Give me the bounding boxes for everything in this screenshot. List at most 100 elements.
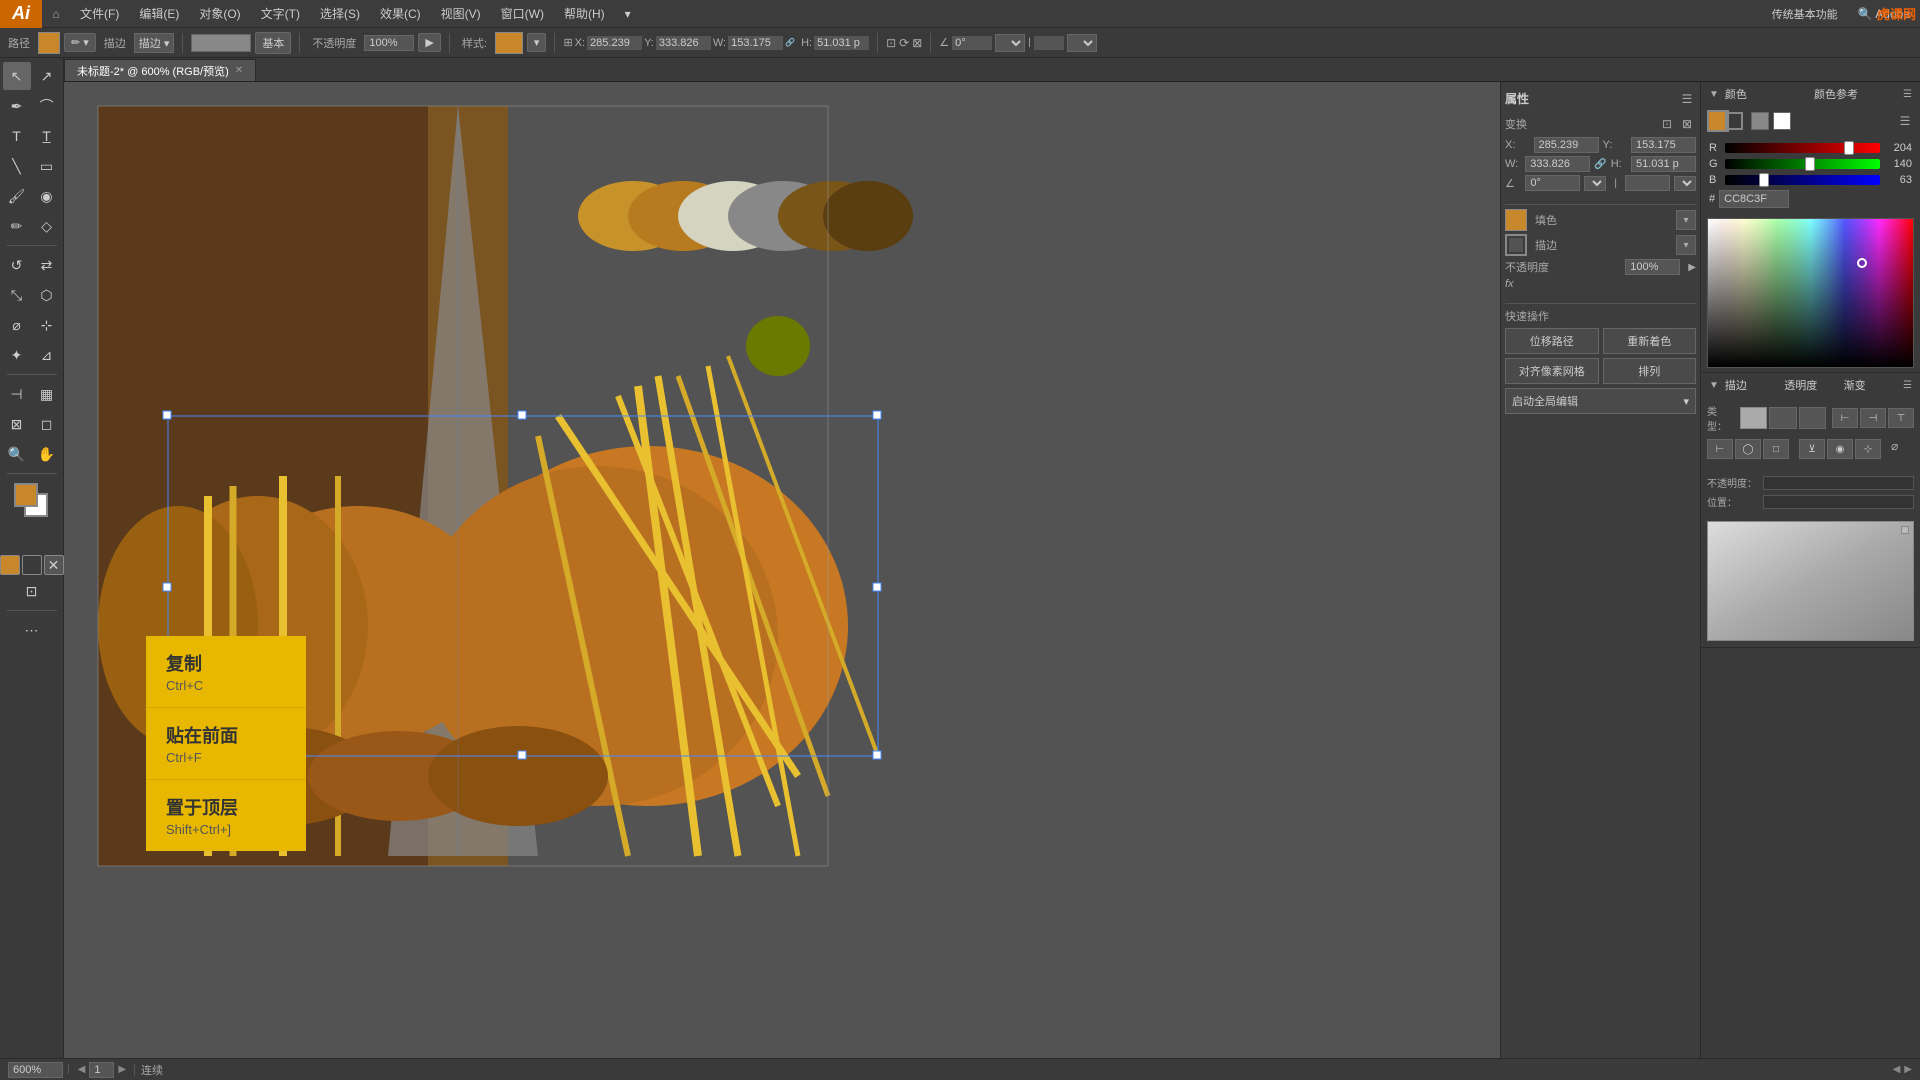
- hand-tool[interactable]: ✋: [33, 440, 61, 468]
- angle-val-input[interactable]: [1525, 175, 1580, 191]
- stroke-expand[interactable]: ▾: [1676, 235, 1696, 255]
- text-tool[interactable]: T: [3, 122, 31, 150]
- btn-recolor[interactable]: 重新着色: [1603, 328, 1697, 354]
- rotate-tool[interactable]: ↺: [3, 251, 31, 279]
- props-icon1[interactable]: ☰: [1678, 90, 1696, 108]
- stroke-icon[interactable]: ⌀: [1891, 439, 1898, 459]
- btn-offset-path[interactable]: 位移路径: [1505, 328, 1599, 354]
- line-tool[interactable]: ╲: [3, 152, 31, 180]
- menu-edit[interactable]: 编辑(E): [129, 0, 189, 27]
- color-mode2[interactable]: [1773, 112, 1791, 130]
- align-right[interactable]: ⊤: [1888, 408, 1914, 428]
- context-menu-bring-to-top[interactable]: 置于顶层 Shift+Ctrl+]: [146, 780, 306, 851]
- opacity-expand[interactable]: ▶: [418, 33, 440, 52]
- menu-view[interactable]: 视图(V): [431, 0, 491, 27]
- context-menu-copy[interactable]: 复制 Ctrl+C: [146, 636, 306, 707]
- warp-tool[interactable]: ⌀: [3, 311, 31, 339]
- fill-color-swatch[interactable]: [1505, 209, 1527, 231]
- menu-text[interactable]: 文字(T): [251, 0, 310, 27]
- curvature-tool[interactable]: ⌒: [33, 92, 61, 120]
- home-btn[interactable]: ⌂: [42, 0, 70, 28]
- zoom-input[interactable]: [8, 1062, 63, 1078]
- b-slider[interactable]: [1725, 175, 1880, 185]
- artboard-tool[interactable]: ⊡: [18, 577, 46, 605]
- transform-y-input[interactable]: 153.175: [1631, 137, 1696, 153]
- gradient-mode[interactable]: [22, 555, 42, 575]
- cap-round[interactable]: ◯: [1735, 439, 1761, 459]
- menu-object[interactable]: 对象(O): [189, 0, 250, 27]
- scroll-right[interactable]: ▶: [1904, 1064, 1912, 1075]
- stroke-color-swatch[interactable]: [38, 32, 60, 54]
- opacity-expand2[interactable]: ▶: [1688, 262, 1696, 273]
- join-bevel[interactable]: ⊹: [1855, 439, 1881, 459]
- width-tool[interactable]: ⊣: [3, 380, 31, 408]
- x-coord-input[interactable]: 285.239: [587, 36, 642, 50]
- btn-global-edit[interactable]: 启动全局编辑 ▾: [1505, 388, 1696, 414]
- direct-select-tool[interactable]: ↗: [33, 62, 61, 90]
- fill-expand[interactable]: ▾: [1676, 210, 1696, 230]
- hex-input[interactable]: CC8C3F: [1719, 190, 1789, 208]
- menu-select[interactable]: 选择(S): [310, 0, 370, 27]
- mode-dropdown[interactable]: 描边 ▾: [134, 33, 175, 53]
- menu-expand[interactable]: ▾: [615, 0, 641, 27]
- btn-arrange[interactable]: 排列: [1603, 358, 1697, 384]
- puppet-warp[interactable]: ✦: [3, 341, 31, 369]
- cap-square[interactable]: □: [1763, 439, 1789, 459]
- btn-align-pixel[interactable]: 对齐像素网格: [1505, 358, 1599, 384]
- eraser-tool[interactable]: ◻: [33, 410, 61, 438]
- shear-tool[interactable]: ⬡: [33, 281, 61, 309]
- stroke-tab[interactable]: ▼ 描边 透明度 渐变 ☰: [1701, 373, 1920, 397]
- menu-effect[interactable]: 效果(C): [370, 0, 431, 27]
- shear-unit-select[interactable]: [1674, 176, 1696, 191]
- context-menu-paste-front[interactable]: 贴在前面 Ctrl+F: [146, 708, 306, 779]
- foreground-color[interactable]: [14, 483, 38, 507]
- link-wh[interactable]: 🔗: [1594, 159, 1606, 170]
- stroke-color-swatch2[interactable]: [1505, 234, 1527, 256]
- pen-tool[interactable]: ✒: [3, 92, 31, 120]
- color-mode[interactable]: [0, 555, 20, 575]
- basic-btn[interactable]: 基本: [255, 32, 291, 54]
- pencil-tool[interactable]: ✏: [3, 212, 31, 240]
- transform-icon1[interactable]: ⊡: [1658, 115, 1676, 133]
- shaper-tool[interactable]: ◇: [33, 212, 61, 240]
- line-style-box[interactable]: [191, 34, 251, 52]
- color-mode1[interactable]: [1751, 112, 1769, 130]
- blend-multiply[interactable]: [1769, 407, 1796, 429]
- transform-x-input[interactable]: 285.239: [1534, 137, 1599, 153]
- style-expand[interactable]: ▾: [527, 33, 547, 52]
- perspective-tool[interactable]: ⊿: [33, 341, 61, 369]
- menu-help[interactable]: 帮助(H): [554, 0, 615, 27]
- tab-close-btn[interactable]: ✕: [235, 65, 243, 76]
- h-coord-input[interactable]: 51.031 p: [814, 36, 869, 50]
- shear-select[interactable]: [1067, 34, 1097, 52]
- column-graph[interactable]: ▦: [33, 380, 61, 408]
- angle-unit-select[interactable]: [1584, 176, 1606, 191]
- y-coord-input[interactable]: 333.826: [656, 36, 711, 50]
- align-center[interactable]: ⊣: [1860, 408, 1886, 428]
- blob-tool[interactable]: ◉: [33, 182, 61, 210]
- more-tools[interactable]: ⋯: [18, 616, 46, 644]
- zoom-tool[interactable]: 🔍: [3, 440, 31, 468]
- angle-select[interactable]: [995, 34, 1025, 52]
- color-panel-header[interactable]: ▼ 颜色 颜色参考 ☰: [1701, 82, 1920, 106]
- cap-butt[interactable]: ⊢: [1707, 439, 1733, 459]
- gradient-options[interactable]: [1901, 526, 1909, 534]
- color-panel-options[interactable]: ☰: [1896, 112, 1914, 130]
- slice-tool[interactable]: ⊠: [3, 410, 31, 438]
- transform-icon2[interactable]: ⊠: [1678, 115, 1696, 133]
- stroke-swatch[interactable]: [1725, 112, 1743, 130]
- workspace-select[interactable]: 传统基本功能: [1762, 0, 1848, 27]
- join-round[interactable]: ◉: [1827, 439, 1853, 459]
- menu-window[interactable]: 窗口(W): [491, 0, 554, 27]
- reflect-tool[interactable]: ⇄: [33, 251, 61, 279]
- style-swatch[interactable]: [495, 32, 523, 54]
- transform-h-input[interactable]: 51.031 p: [1631, 156, 1696, 172]
- blend-normal[interactable]: [1740, 407, 1767, 429]
- scroll-left[interactable]: ◀: [1893, 1064, 1901, 1075]
- blend-screen[interactable]: [1799, 407, 1826, 429]
- touch-type-tool[interactable]: T̲: [33, 122, 61, 150]
- r-slider[interactable]: [1725, 143, 1880, 153]
- transform-w-input[interactable]: 333.826: [1525, 156, 1590, 172]
- brush-select[interactable]: ✏ ▾: [64, 33, 96, 52]
- shear-input[interactable]: [1034, 36, 1064, 50]
